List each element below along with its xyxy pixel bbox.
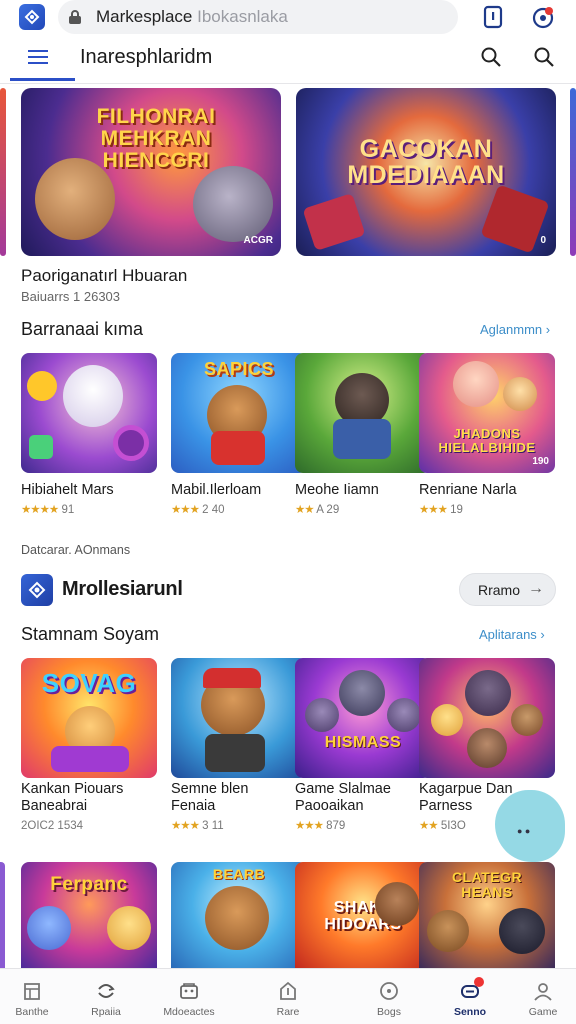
game-name[interactable]: Kankan Piouars Baneabrai xyxy=(21,781,123,815)
game-thumbnail[interactable] xyxy=(419,658,555,778)
game-thumbnail[interactable] xyxy=(171,658,307,778)
app-nav-bar: Inaresphlaridm xyxy=(0,34,576,84)
featured-subtitle: Baiuarrs 1 26303 xyxy=(21,289,121,304)
game-rating: ★★★ 19 xyxy=(419,504,463,516)
carousel-edge-left xyxy=(0,862,5,968)
game-thumbnail[interactable]: HISMASS xyxy=(295,658,431,778)
section-see-all-link[interactable]: Aplitarans › xyxy=(479,627,545,642)
game-thumbnail[interactable]: CLATEGR HEANS xyxy=(419,862,555,968)
swap-icon xyxy=(98,984,115,998)
game-rating: ★★ 5I3O xyxy=(419,820,466,832)
game-thumbnail[interactable] xyxy=(295,353,431,473)
section-title: Stamnam Soyam xyxy=(21,624,160,644)
bottom-nav-item-home[interactable]: Banthe xyxy=(0,969,68,1024)
game-name[interactable]: Renriane Narla xyxy=(419,482,517,499)
home-icon xyxy=(24,983,40,1000)
game-rating: ★★★★ 91 xyxy=(21,504,75,516)
banner-title: FILHONRAI MEHKRAN HIENCGRI xyxy=(96,105,216,173)
game-thumbnail[interactable] xyxy=(21,353,157,473)
banner-corner-tag: ACGR xyxy=(243,235,273,246)
thumb-corner-tag: 190 xyxy=(532,456,549,467)
arrow-right-icon: → xyxy=(528,580,544,597)
game-name[interactable]: Semne blen Fenaia xyxy=(171,781,248,815)
banner-title: GACOKAN MDEDIAAAN xyxy=(347,135,505,190)
floating-action-button[interactable]: ● ● xyxy=(495,790,565,862)
tab-switcher-icon[interactable] xyxy=(480,4,506,30)
game-name[interactable]: Mabil.Ilerloam xyxy=(171,482,261,499)
game-thumbnail[interactable]: SHAKE HIDOARS xyxy=(295,862,431,968)
notification-icon[interactable] xyxy=(530,4,556,30)
search-icon[interactable] xyxy=(480,46,502,68)
url-text: Markesplace Ibokasnlaka xyxy=(96,7,288,26)
bottom-nav-item-rpaiia[interactable]: Rpaiia xyxy=(70,969,142,1024)
profile-icon xyxy=(534,983,552,1001)
page-title: Inaresphlaridm xyxy=(80,46,213,68)
carousel-edge-right xyxy=(570,88,576,256)
thumb-title: JHADONS HIELALBIHIDE xyxy=(438,426,536,456)
thumb-title: SAPICS xyxy=(203,359,275,379)
bottom-nav-item-game[interactable]: Game xyxy=(507,969,576,1024)
bottom-nav-item-rare[interactable]: Rare xyxy=(252,969,324,1024)
app-logo-icon[interactable] xyxy=(19,4,45,30)
game-name[interactable]: Game Slalmae Paooaikan xyxy=(295,781,391,815)
game-prop-art-2 xyxy=(480,184,550,254)
featured-banner-2[interactable]: GACOKAN MDEDIAAAN 0 xyxy=(296,88,556,256)
thumb-title: SOVAG xyxy=(41,668,137,698)
game-thumbnail[interactable]: Ferpanc xyxy=(21,862,157,968)
carousel-edge-left xyxy=(0,88,6,256)
bottom-nav: Banthe Rpaiia Mdoeactes Rare Bogs Senno … xyxy=(0,968,576,1024)
notification-badge xyxy=(474,977,484,987)
game-thumbnail[interactable]: BEARB xyxy=(171,862,307,968)
developer-name[interactable]: Mrollesiarunl xyxy=(62,578,183,601)
game-rating: ★★ A 29 xyxy=(295,504,340,516)
upload-icon xyxy=(280,981,296,1000)
developer-logo-icon[interactable] xyxy=(21,574,53,606)
game-prop-art xyxy=(302,193,366,251)
game-thumbnail[interactable]: SOVAG xyxy=(21,658,157,778)
game-thumbnail[interactable]: SAPICS xyxy=(171,353,307,473)
thumb-title: BEARB xyxy=(212,866,266,882)
game-name[interactable]: Meohe Iiamn xyxy=(295,482,379,499)
game-name[interactable]: Hibiahelt Mars xyxy=(21,482,114,499)
featured-banner-1[interactable]: FILHONRAI MEHKRAN HIENCGRI ACGR xyxy=(21,88,281,256)
game-rating: 2OIC2 1534 xyxy=(21,820,84,832)
section-see-all-link[interactable]: Aglanmmn › xyxy=(480,322,550,337)
compass-icon xyxy=(380,982,398,1000)
bottom-nav-item-senno[interactable]: Senno xyxy=(434,969,506,1024)
browser-bar: Markesplace Ibokasnlaka xyxy=(0,0,576,34)
thumb-title: CLATEGR HEANS xyxy=(451,869,523,900)
menu-button[interactable] xyxy=(10,34,75,81)
game-rating: ★★★ 2 40 xyxy=(171,504,225,516)
thumb-title: Ferpanc xyxy=(50,874,128,895)
developer-follow-button[interactable]: Rramo → xyxy=(459,573,556,606)
thumb-title: HISMASS xyxy=(324,734,402,751)
banner-corner-tag: 0 xyxy=(540,235,546,246)
game-rating: ★★★ 879 xyxy=(295,820,346,832)
section-caption: Datcarar. AOnmans xyxy=(21,543,131,557)
search-alt-icon[interactable] xyxy=(533,46,555,68)
game-rating: ★★★ 3 11 xyxy=(171,820,224,832)
bottom-nav-item-mdoeactes[interactable]: Mdoeactes xyxy=(153,969,225,1024)
featured-title[interactable]: Paoriganatırl Hbuaran xyxy=(21,266,187,286)
section-title: Barranaai kıma xyxy=(21,319,144,339)
gallery-icon xyxy=(180,983,198,999)
lock-icon xyxy=(69,10,81,24)
bottom-nav-item-bogs[interactable]: Bogs xyxy=(353,969,425,1024)
dots-icon: ● ● xyxy=(517,826,531,836)
address-bar[interactable]: Markesplace Ibokasnlaka xyxy=(58,0,458,34)
game-thumbnail[interactable]: JHADONS HIELALBIHIDE 190 xyxy=(419,353,555,473)
character-art-2 xyxy=(193,166,273,242)
